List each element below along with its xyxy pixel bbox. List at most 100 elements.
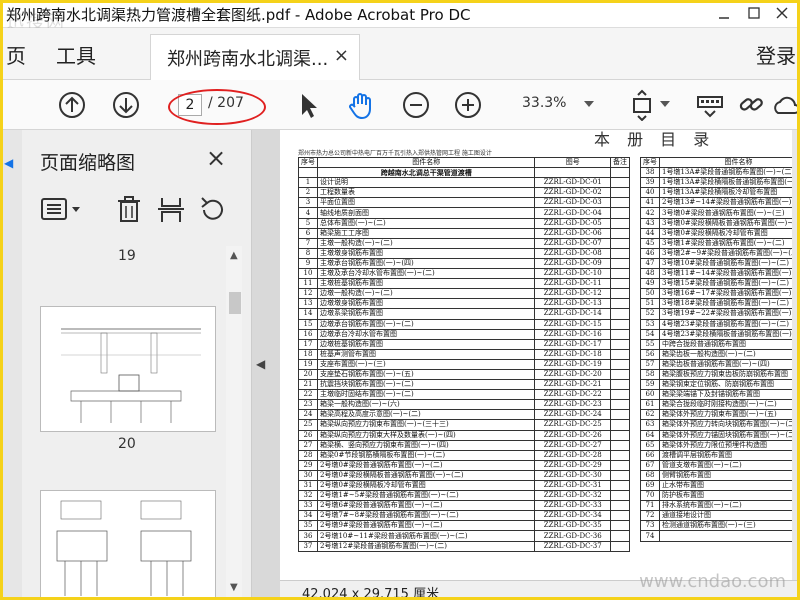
row-drawing-no: ZZRL-GD-DC-27 [534, 439, 611, 451]
table-row: 54 4号墩23#梁段横隔板普通钢筋布置图(一)~(二) [640, 328, 800, 340]
row-index: 28 [298, 449, 318, 461]
thumbnail-scroll-thumb[interactable] [229, 292, 241, 314]
row-name: 3号墩16#~17#梁段普通钢筋布置图(一)~(二) [658, 288, 800, 300]
maximize-icon[interactable] [742, 2, 766, 24]
row-drawing-no: ZZRL-GD-DC-33 [534, 500, 611, 512]
row-drawing-no: ZZRL-GD-DC-16 [534, 328, 611, 340]
row-remarks [609, 520, 631, 532]
thumbnail-panel: ◀ 页面缩略图 × 19 20 ▲ ▼ [0, 130, 252, 600]
select-cursor-icon[interactable] [292, 89, 324, 121]
row-index: 49 [640, 278, 660, 290]
keyboard-tool-icon[interactable] [694, 89, 726, 121]
table-row: 6 箱梁施工工序图 ZZRL-GD-DC-06 [298, 227, 631, 239]
row-index: 39 [640, 177, 660, 189]
scroll-down-icon[interactable]: ▼ [230, 582, 238, 593]
row-index: 72 [640, 510, 660, 522]
collapse-panel-icon[interactable]: ◀ [256, 357, 265, 371]
zoom-out-icon[interactable] [400, 89, 432, 121]
row-name: 2号墩0#梁段横隔板普通钢筋布置图(一)~(二) [316, 469, 536, 482]
zoom-level[interactable]: 33.3% [522, 95, 566, 111]
index-table-left: 序号 图件名称 图号 备注 跨越南水北调总干渠管道渡槽 1 设计说明 ZZRL-GD… [298, 156, 631, 552]
table-row: 9 主墩承台钢筋布置图(一)~(四) ZZRL-GD-DC-09 [298, 257, 631, 270]
panel-title: 页面缩略图 [40, 152, 136, 174]
table-row: 29 2号墩0#梁段普通钢筋布置图(一)~(二) ZZRL-GD-DC-29 [298, 459, 631, 471]
thumbnail-drawing-20 [61, 328, 201, 423]
document-tab[interactable]: 郑州跨南水北调渠... × [150, 34, 360, 80]
row-name: 箱梁齿板一般构造图(一)~(二) [658, 348, 800, 360]
row-name: 2号墩7#~8#梁段普通钢筋布置图(一)~(二) [316, 510, 536, 522]
row-remarks [609, 490, 631, 502]
table-row: 52 3号墩19#~22#梁段普通钢筋布置图(一)~(二) [640, 308, 800, 320]
row-name: 4号墩23#梁段普通钢筋布置图(一)~(二) [658, 318, 800, 330]
row-drawing-no: ZZRL-GD-DC-36 [534, 530, 611, 542]
row-index: 56 [640, 348, 660, 360]
row-name: 边墩承台冷却水管布置图 [316, 328, 536, 340]
thumbnail-page-20[interactable] [40, 306, 216, 432]
row-drawing-no: ZZRL-GD-DC-11 [534, 278, 611, 290]
hand-tool-icon[interactable] [345, 89, 377, 121]
panel-tool-icons [41, 196, 223, 222]
row-index: 40 [640, 187, 660, 199]
row-remarks [609, 278, 631, 290]
zoom-in-icon[interactable] [452, 89, 484, 121]
page-dimensions: 42.024 x 29.715 厘米 [302, 587, 440, 600]
row-remarks [609, 459, 631, 471]
row-name: 总体布置图(一)~(二) [316, 217, 536, 229]
row-name: 主墩桩基钢筋布置图 [316, 278, 536, 290]
row-name: 排水系统布置图(一)~(二) [658, 500, 800, 512]
fit-page-icon[interactable] [626, 89, 658, 122]
nav-arrow-icon[interactable]: ◀ [4, 156, 13, 170]
row-index: 11 [298, 278, 318, 290]
row-drawing-no: ZZRL-GD-DC-10 [534, 268, 611, 280]
table-row: 34 2号墩7#~8#梁段普通钢筋布置图(一)~(二) ZZRL-GD-DC-34 [298, 510, 631, 522]
cloud-icon[interactable] [770, 89, 800, 121]
row-name: 1号墩13A#梁段横隔板冷却管布置图 [658, 187, 800, 199]
document-scrollbar[interactable] [792, 130, 800, 580]
row-index: 12 [298, 288, 318, 300]
share-link-icon[interactable] [736, 89, 768, 121]
row-name: 2号墩0#梁段普通钢筋布置图(一)~(二) [316, 459, 536, 471]
row-index: 26 [298, 429, 318, 441]
zoom-dropdown-icon[interactable] [584, 101, 594, 107]
row-index: 46 [640, 247, 660, 259]
row-remarks [609, 318, 631, 330]
row-name: 边墩墩身钢筋布置图 [316, 298, 536, 310]
row-name: 箱梁一般构造图(一)~(六) [316, 399, 536, 411]
login-link[interactable]: 登录 [756, 40, 796, 69]
col-header-index: 序号 [298, 156, 318, 169]
row-drawing-no: ZZRL-GD-DC-12 [534, 288, 611, 300]
panel-close-icon[interactable]: × [206, 144, 226, 172]
row-name: 箱梁横、竖向预应力钢束布置图(一)~(四) [316, 439, 536, 451]
tab-close-icon[interactable]: × [334, 45, 349, 66]
close-window-icon[interactable] [770, 2, 794, 24]
next-page-icon[interactable] [110, 89, 142, 121]
table-row: 35 2号墩9#梁段普通钢筋布置图(一)~(二) ZZRL-GD-DC-35 [298, 520, 631, 532]
col-header-remarks: 备注 [609, 156, 631, 169]
table-row: 5 总体布置图(一)~(二) ZZRL-GD-DC-05 [298, 217, 631, 229]
row-index: 65 [640, 439, 660, 451]
row-remarks [609, 449, 631, 461]
watermark-url: www.cndao.com [639, 571, 786, 592]
fit-dropdown-icon[interactable] [660, 101, 670, 107]
menu-page[interactable]: 页 [6, 40, 26, 69]
scroll-up-icon[interactable]: ▲ [230, 250, 238, 261]
table-row: 23 箱梁一般构造图(一)~(六) ZZRL-GD-DC-23 [298, 399, 631, 411]
row-name: 3号墩10#梁段普通钢筋布置图(一)~(二) [658, 257, 800, 270]
table-row: 56 箱梁齿板一般构造图(一)~(二) [640, 348, 800, 360]
thumbnail-page-21[interactable] [40, 490, 216, 600]
status-bar: 42.024 x 29.715 厘米 www.cndao.com [280, 571, 800, 600]
previous-page-icon[interactable] [56, 89, 88, 121]
menu-tools[interactable]: 工具 [56, 40, 96, 69]
row-drawing-no: ZZRL-GD-DC-08 [534, 247, 611, 259]
row-name: 1号墩13A#梁段横隔板普通钢筋布置图(一)~(二) [658, 177, 800, 189]
row-remarks [609, 389, 631, 401]
row-name: 止水带布置图 [658, 479, 800, 492]
row-name: 箱梁齿板普通钢筋布置图(一)~(四) [658, 358, 800, 370]
row-index: 69 [640, 479, 660, 492]
table-row: 48 3号墩11#~14#梁段普通钢筋布置图(一)~(二) [640, 268, 800, 280]
page-header-text: 郑州市热力总公司新中热电厂百万千瓦引热入郑供热管网工程 施工图设计 [298, 150, 492, 157]
row-name: 箱梁高程及高度示意图(一)~(二) [316, 409, 536, 421]
table-row: 62 箱梁体外预应力钢束布置图(一)~(五) [640, 409, 800, 421]
row-name: 平面位置图 [316, 197, 536, 209]
minimize-icon[interactable] [712, 2, 736, 24]
